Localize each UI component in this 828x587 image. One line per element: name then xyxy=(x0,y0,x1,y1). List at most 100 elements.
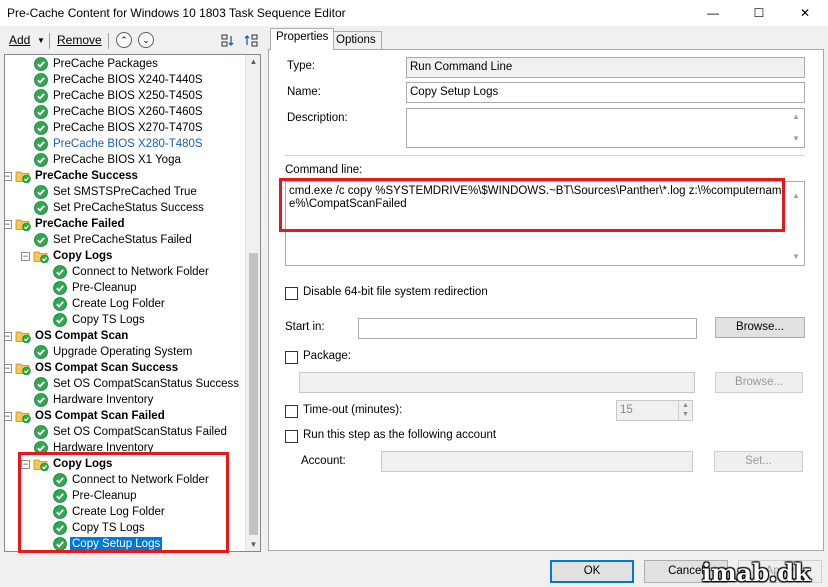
scroll-down-icon[interactable]: ▼ xyxy=(246,540,260,549)
collapse-toggle-icon[interactable]: − xyxy=(5,364,12,373)
collapse-icon[interactable] xyxy=(220,33,236,49)
check-icon xyxy=(34,121,48,135)
move-up-icon[interactable]: ⌃ xyxy=(116,32,132,48)
add-dropdown-icon[interactable]: ▼ xyxy=(37,36,45,45)
tree-step[interactable]: Set SMSTSPreCached True xyxy=(33,184,235,200)
window-title: Pre-Cache Content for Windows 10 1803 Ta… xyxy=(7,6,346,20)
collapse-toggle-icon[interactable]: − xyxy=(5,172,12,181)
command-scroll-up-icon[interactable]: ▲ xyxy=(789,191,803,200)
tree-step[interactable]: Pre-Cleanup xyxy=(52,280,235,296)
timeout-value: 15 xyxy=(620,404,633,416)
toolbar-separator xyxy=(108,33,109,49)
collapse-toggle-icon[interactable]: − xyxy=(5,332,12,341)
tree-scrollbar[interactable]: ▲ ▼ xyxy=(245,55,260,551)
tree-group[interactable]: − Copy Logs xyxy=(21,456,235,472)
tree-step[interactable]: Set PreCacheStatus Success xyxy=(33,200,235,216)
check-icon xyxy=(34,73,48,87)
tree-step[interactable]: PreCache BIOS X250-T450S xyxy=(33,88,235,104)
tree-group[interactable]: − OS Compat Scan Failed xyxy=(5,408,235,424)
tree-item-label: Hardware Inventory xyxy=(53,442,154,454)
command-scroll-down-icon[interactable]: ▼ xyxy=(789,252,803,261)
tree-step[interactable]: Pre-Cleanup xyxy=(52,488,235,504)
command-line-field[interactable]: cmd.exe /c copy %SYSTEMDRIVE%\$WINDOWS.~… xyxy=(285,181,805,266)
type-label: Type: xyxy=(287,60,316,72)
package-checkbox[interactable] xyxy=(285,351,298,364)
tree-step[interactable]: Connect to Network Folder xyxy=(52,264,235,280)
tree-step[interactable]: Hardware Inventory xyxy=(33,392,235,408)
tree-step[interactable]: Copy Setup Logs xyxy=(52,536,235,551)
timeout-label: Time-out (minutes): xyxy=(303,404,403,416)
maximize-button[interactable]: ☐ xyxy=(736,0,782,26)
expand-icon[interactable] xyxy=(243,33,259,49)
tree-scroll-thumb[interactable] xyxy=(249,253,258,535)
folder-check-icon xyxy=(15,331,31,344)
close-button[interactable]: ✕ xyxy=(782,0,828,26)
account-set-button: Set... xyxy=(714,451,803,472)
tree-item-label: Set OS CompatScanStatus Failed xyxy=(53,426,227,438)
start-in-field[interactable] xyxy=(358,318,697,339)
tree-group[interactable]: − OS Compat Scan xyxy=(5,328,235,344)
tree-step[interactable]: PreCache BIOS X240-T440S xyxy=(33,72,235,88)
check-icon xyxy=(53,521,67,535)
disable-64bit-checkbox[interactable] xyxy=(285,287,298,300)
move-down-icon[interactable]: ⌄ xyxy=(138,32,154,48)
tree-step[interactable]: Set OS CompatScanStatus Failed xyxy=(33,424,235,440)
name-field[interactable]: Copy Setup Logs xyxy=(406,82,805,103)
check-icon xyxy=(34,233,48,247)
account-label: Account: xyxy=(301,455,346,467)
tree-group[interactable]: − OS Compat Scan Success xyxy=(5,360,235,376)
remove-button[interactable]: Remove xyxy=(57,33,102,47)
divider xyxy=(285,155,805,156)
tree-step[interactable]: Copy TS Logs xyxy=(52,520,235,536)
tree-step[interactable]: Upgrade Operating System xyxy=(33,344,235,360)
tree-item-label: OS Compat Scan xyxy=(35,330,129,342)
tree-step[interactable]: PreCache BIOS X260-T460S xyxy=(33,104,235,120)
tab-options[interactable]: Options xyxy=(330,31,382,50)
tree-step[interactable]: PreCache BIOS X270-T470S xyxy=(33,120,235,136)
task-sequence-tree[interactable]: ▲ ▼ PreCache Packages PreCache BIOS X240-… xyxy=(4,54,261,552)
tree-step[interactable]: Set PreCacheStatus Failed xyxy=(33,232,235,248)
tree-item-label: Create Log Folder xyxy=(72,506,165,518)
tree-step[interactable]: Create Log Folder xyxy=(52,296,235,312)
tree-step[interactable]: Create Log Folder xyxy=(52,504,235,520)
description-scroll-up-icon[interactable]: ▲ xyxy=(789,112,803,121)
tree-step[interactable]: PreCache BIOS X1 Yoga xyxy=(33,152,235,168)
tree-step[interactable]: Hardware Inventory xyxy=(33,440,235,456)
toolbar-separator xyxy=(49,33,50,49)
collapse-toggle-icon[interactable]: − xyxy=(5,412,12,421)
title-bar: Pre-Cache Content for Windows 10 1803 Ta… xyxy=(0,0,828,26)
minimize-button[interactable]: — xyxy=(690,0,736,26)
check-icon xyxy=(34,153,48,167)
tree-step[interactable]: Connect to Network Folder xyxy=(52,472,235,488)
run-as-checkbox[interactable] xyxy=(285,430,298,443)
tree-item-label: Copy TS Logs xyxy=(72,314,145,326)
disable-64bit-label: Disable 64-bit file system redirection xyxy=(303,286,488,298)
description-field[interactable] xyxy=(406,108,805,148)
tree-group[interactable]: − PreCache Success xyxy=(5,168,235,184)
collapse-toggle-icon[interactable]: − xyxy=(21,460,30,469)
tree-item-label: PreCache Packages xyxy=(53,58,158,70)
add-button[interactable]: Add xyxy=(9,33,30,47)
tab-properties[interactable]: Properties xyxy=(270,28,335,50)
scroll-up-icon[interactable]: ▲ xyxy=(246,57,260,66)
tree-step[interactable]: PreCache BIOS X280-T480S xyxy=(33,136,235,152)
check-icon xyxy=(34,137,48,151)
tree-item-label: Create Log Folder xyxy=(72,298,165,310)
tree-item-label: Copy Setup Logs xyxy=(70,537,163,551)
tree-group[interactable]: − Copy Logs xyxy=(21,248,235,264)
type-field: Run Command Line xyxy=(406,57,805,78)
folder-check-icon xyxy=(15,411,31,424)
timeout-checkbox[interactable] xyxy=(285,405,298,418)
collapse-toggle-icon[interactable]: − xyxy=(21,252,30,261)
ok-button[interactable]: OK xyxy=(550,560,634,583)
check-icon xyxy=(34,377,48,391)
description-scroll-down-icon[interactable]: ▼ xyxy=(789,134,803,143)
check-icon xyxy=(34,105,48,119)
tree-item-label: OS Compat Scan Success xyxy=(35,362,179,374)
tree-group[interactable]: − PreCache Failed xyxy=(5,216,235,232)
tree-step[interactable]: Copy TS Logs xyxy=(52,312,235,328)
tree-step[interactable]: Set OS CompatScanStatus Success xyxy=(33,376,239,392)
tree-step[interactable]: PreCache Packages xyxy=(33,56,235,72)
start-in-browse-button[interactable]: Browse... xyxy=(715,317,805,338)
collapse-toggle-icon[interactable]: − xyxy=(5,220,12,229)
